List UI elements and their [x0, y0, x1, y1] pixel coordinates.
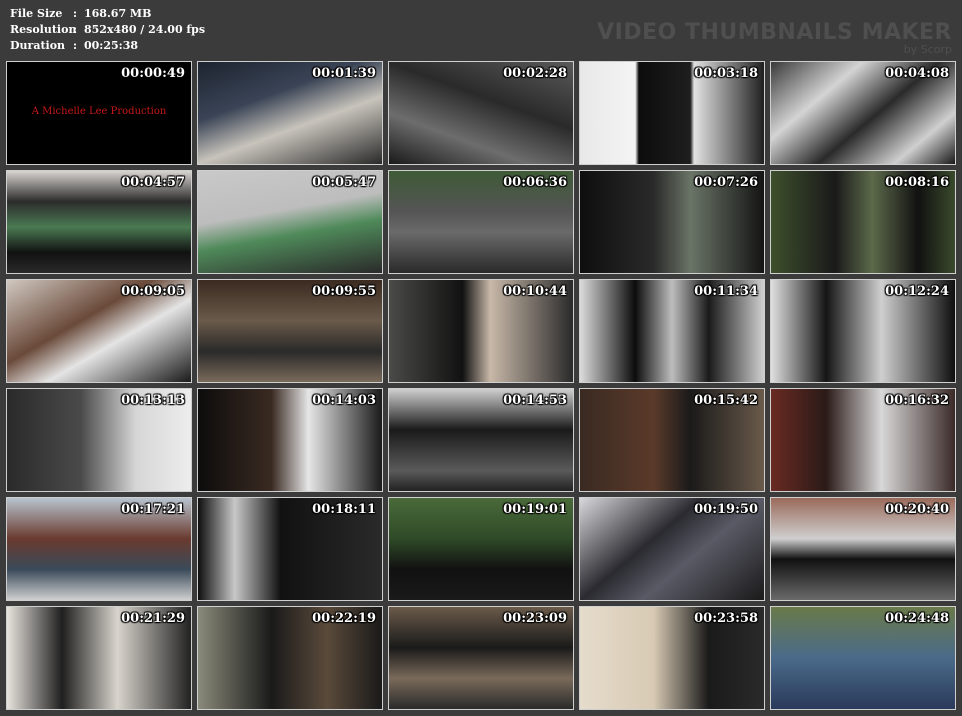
watermark: VIDEO THUMBNAILS MAKER by Scorp — [597, 20, 952, 56]
video-thumbnail: 00:12:24 — [770, 279, 956, 383]
thumbnail-timestamp: 00:00:49 — [121, 66, 185, 81]
thumbnail-timestamp: 00:13:13 — [121, 393, 185, 408]
thumbnail-timestamp: 00:23:58 — [694, 611, 758, 626]
thumbnail-timestamp: 00:14:03 — [312, 393, 376, 408]
video-thumbnail: 00:23:58 — [579, 606, 765, 710]
video-thumbnail: 00:21:29 — [6, 606, 192, 710]
video-thumbnail: 00:07:26 — [579, 170, 765, 274]
thumbnail-timestamp: 00:12:24 — [885, 284, 949, 299]
video-thumbnail: A Michelle Lee Production 00:00:49 — [6, 61, 192, 165]
duration-label: Duration — [10, 39, 66, 52]
resolution-value: 852x480 / 24.00 fps — [84, 23, 206, 36]
thumbnail-timestamp: 00:08:16 — [885, 175, 949, 190]
thumbnail-timestamp: 00:20:40 — [885, 502, 949, 517]
thumbnail-timestamp: 00:05:47 — [312, 175, 376, 190]
thumbnail-timestamp: 00:10:44 — [503, 284, 567, 299]
video-thumbnail: 00:13:13 — [6, 388, 192, 492]
resolution-row: Resolution : 852x480 / 24.00 fps — [10, 22, 205, 38]
info-separator: : — [73, 39, 78, 52]
video-thumbnail: 00:09:05 — [6, 279, 192, 383]
video-thumbnail: 00:14:53 — [388, 388, 574, 492]
thumbnail-timestamp: 00:02:28 — [503, 66, 567, 81]
video-thumbnail: 00:04:08 — [770, 61, 956, 165]
thumbnail-timestamp: 00:23:09 — [503, 611, 567, 626]
thumbnail-timestamp: 00:03:18 — [694, 66, 758, 81]
thumbnail-timestamp: 00:18:11 — [312, 502, 376, 517]
video-thumbnail: 00:16:32 — [770, 388, 956, 492]
video-thumbnail: 00:04:57 — [6, 170, 192, 274]
video-thumbnail: 00:01:39 — [197, 61, 383, 165]
thumbnail-timestamp: 00:09:55 — [312, 284, 376, 299]
thumbnail-timestamp: 00:09:05 — [121, 284, 185, 299]
watermark-title: VIDEO THUMBNAILS MAKER — [597, 20, 952, 45]
file-size-label: File Size — [10, 7, 63, 20]
video-thumbnail: 00:10:44 — [388, 279, 574, 383]
duration-row: Duration : 00:25:38 — [10, 38, 205, 54]
video-thumbnail: 00:14:03 — [197, 388, 383, 492]
thumbnail-timestamp: 00:24:48 — [885, 611, 949, 626]
thumbnail-timestamp: 00:17:21 — [121, 502, 185, 517]
thumbnail-timestamp: 00:06:36 — [503, 175, 567, 190]
info-separator: : — [73, 23, 78, 36]
thumbnail-timestamp: 00:22:19 — [312, 611, 376, 626]
video-thumbnail: 00:09:55 — [197, 279, 383, 383]
video-thumbnail: 00:11:34 — [579, 279, 765, 383]
thumbnail-timestamp: 00:15:42 — [694, 393, 758, 408]
thumbnail-timestamp: 00:11:34 — [694, 284, 758, 299]
production-credit: A Michelle Lee Production — [31, 106, 167, 117]
video-thumbnail: 00:06:36 — [388, 170, 574, 274]
video-thumbnail: 00:05:47 — [197, 170, 383, 274]
thumbnail-grid: A Michelle Lee Production 00:00:49 00:01:3… — [6, 61, 956, 710]
video-thumbnail: 00:08:16 — [770, 170, 956, 274]
resolution-label: Resolution — [10, 23, 77, 36]
video-thumbnail: 00:24:48 — [770, 606, 956, 710]
thumbnail-timestamp: 00:14:53 — [503, 393, 567, 408]
video-thumbnail: 00:22:19 — [197, 606, 383, 710]
thumbnail-timestamp: 00:19:50 — [694, 502, 758, 517]
file-info-panel: File Size : 168.67 MB Resolution : 852x4… — [10, 6, 205, 54]
thumbnail-timestamp: 00:04:08 — [885, 66, 949, 81]
thumbnail-timestamp: 00:07:26 — [694, 175, 758, 190]
video-thumbnail: 00:19:01 — [388, 497, 574, 601]
file-size-value: 168.67 MB — [84, 7, 152, 20]
thumbnail-timestamp: 00:21:29 — [121, 611, 185, 626]
video-thumbnail: 00:18:11 — [197, 497, 383, 601]
file-size-row: File Size : 168.67 MB — [10, 6, 205, 22]
thumbnail-timestamp: 00:04:57 — [121, 175, 185, 190]
video-thumbnail: 00:20:40 — [770, 497, 956, 601]
duration-value: 00:25:38 — [84, 39, 139, 52]
video-thumbnail: 00:15:42 — [579, 388, 765, 492]
video-thumbnail: 00:19:50 — [579, 497, 765, 601]
video-thumbnail: 00:17:21 — [6, 497, 192, 601]
thumbnail-timestamp: 00:01:39 — [312, 66, 376, 81]
thumbnail-timestamp: 00:19:01 — [503, 502, 567, 517]
info-separator: : — [73, 7, 78, 20]
video-thumbnail: 00:02:28 — [388, 61, 574, 165]
video-thumbnail: 00:23:09 — [388, 606, 574, 710]
thumbnail-timestamp: 00:16:32 — [885, 393, 949, 408]
video-thumbnail: 00:03:18 — [579, 61, 765, 165]
